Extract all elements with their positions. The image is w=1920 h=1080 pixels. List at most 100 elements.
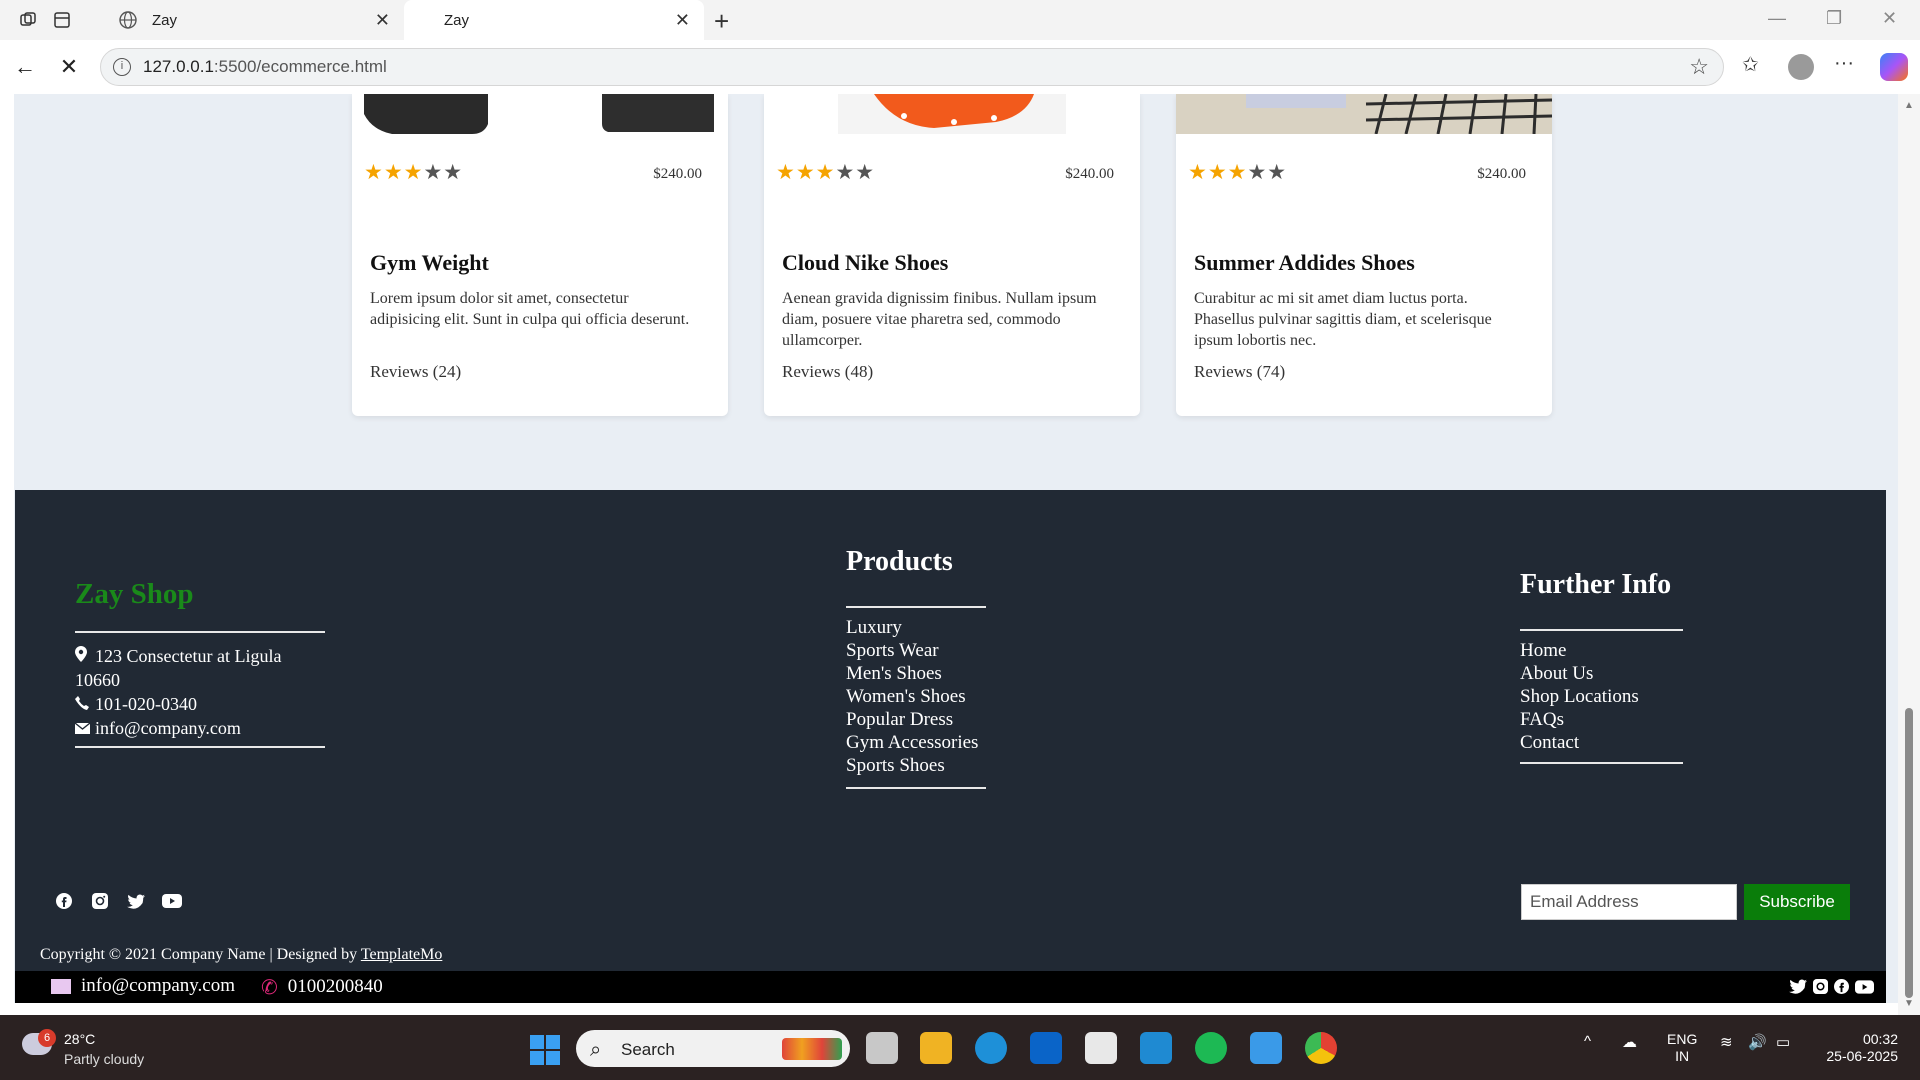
weather-temp: 28°C [64,1031,96,1047]
social-links [53,890,183,912]
product-card[interactable]: ★★★★★ $240.00 Summer Addides Shoes Curab… [1176,94,1552,416]
footer-address: 123 Consectetur at Ligula 10660 [75,646,282,690]
product-description: Lorem ipsum dolor sit amet, consectetur … [370,290,690,328]
footer-link[interactable]: Sports Shoes [846,754,978,777]
tab-1[interactable]: Zay ✕ [108,0,404,40]
twitter-icon[interactable] [1789,978,1807,1000]
product-title[interactable]: Gym Weight [370,250,489,276]
vscode-icon[interactable] [1140,1032,1172,1064]
battery-icon[interactable]: ▭ [1776,1033,1790,1051]
more-menu-icon[interactable]: ··· [1834,52,1854,75]
edge-icon[interactable] [975,1032,1007,1064]
footer-brand[interactable]: Zay Shop [75,578,193,611]
onedrive-icon[interactable]: ☁ [1622,1033,1637,1051]
page-bottom [0,1003,1920,1015]
instagram-icon[interactable] [89,890,111,912]
tab-close-icon[interactable]: ✕ [375,10,390,31]
rating-stars: ★★★★★ [1188,160,1288,184]
page-margin [0,94,14,1015]
instagram-icon[interactable] [1813,978,1828,1000]
product-card[interactable]: ★★★★★ $240.00 Cloud Nike Shoes Aenean gr… [764,94,1140,416]
new-tab-icon[interactable]: + [714,6,729,37]
store-icon[interactable] [1085,1032,1117,1064]
facebook-icon[interactable] [1834,978,1849,1000]
product-card[interactable]: ★★★★★ $240.00 Gym Weight Lorem ipsum dol… [352,94,728,416]
footer-link[interactable]: Luxury [846,616,978,639]
url-text: 127.0.0.1:5500/ecommerce.html [143,57,387,76]
minimize-icon[interactable]: — [1768,8,1786,29]
vertical-tabs-icon[interactable] [50,8,74,32]
language-indicator[interactable]: ENG IN [1667,1031,1697,1065]
stop-loading-icon[interactable]: ✕ [54,52,84,82]
url-field[interactable]: i 127.0.0.1:5500/ecommerce.html ☆ [100,48,1724,86]
copyright-text: Copyright © 2021 Company Name | Designed… [40,946,443,963]
contact-phone-text: 0100200840 [287,976,383,997]
footer-link[interactable]: Popular Dress [846,708,978,731]
photos-icon[interactable] [1250,1032,1282,1064]
rating-stars: ★★★★★ [776,160,876,184]
footer-link[interactable]: Shop Locations [1520,685,1639,708]
spotify-icon[interactable] [1195,1032,1227,1064]
footer-link[interactable]: Gym Accessories [846,731,978,754]
footer-link[interactable]: Contact [1520,731,1639,754]
product-description: Curabitur ac mi sit amet diam luctus por… [1194,290,1492,349]
product-price: $240.00 [1065,166,1114,182]
file-explorer-icon[interactable] [920,1032,952,1064]
product-title[interactable]: Summer Addides Shoes [1194,250,1415,276]
outlook-icon[interactable] [1030,1032,1062,1064]
site-info-icon[interactable]: i [113,58,131,76]
envelope-icon [51,978,71,994]
product-image [1176,94,1552,134]
subscribe-button[interactable]: Subscribe [1744,884,1850,920]
map-pin-icon [75,644,95,668]
twitter-icon[interactable] [125,890,147,912]
back-icon[interactable]: ← [10,52,40,82]
scroll-down-icon[interactable]: ▼ [1904,998,1914,1009]
show-hidden-icons[interactable]: ^ [1584,1033,1591,1050]
footer-link[interactable]: FAQs [1520,708,1639,731]
footer-link[interactable]: Women's Shoes [846,685,978,708]
favorites-icon[interactable]: ✩ [1742,52,1759,77]
window-close-icon[interactable]: ✕ [1882,8,1897,29]
products-links: Luxury Sports Wear Men's Shoes Women's S… [846,616,978,777]
footer-link[interactable]: About Us [1520,662,1639,685]
taskbar-search[interactable]: ⌕ Search [576,1030,850,1067]
favorite-star-icon[interactable]: ☆ [1689,54,1709,80]
footer-contact-info: 123 Consectetur at Ligula 10660 101-020-… [74,644,325,740]
youtube-icon[interactable] [161,890,183,912]
site-footer: Zay Shop 123 Consectetur at Ligula 10660… [15,490,1886,971]
contact-phone[interactable]: ✆ 0100200840 [261,975,383,999]
youtube-icon[interactable] [1855,978,1874,1000]
tab-close-icon[interactable]: ✕ [675,10,690,31]
scroll-up-icon[interactable]: ▲ [1904,100,1914,111]
further-info-links: Home About Us Shop Locations FAQs Contac… [1520,639,1639,754]
scrollbar-thumb[interactable] [1905,708,1913,998]
contact-email[interactable]: info@company.com [51,975,235,997]
vertical-scrollbar[interactable]: ▲ ▼ [1898,94,1920,1015]
wifi-icon[interactable]: ≋ [1720,1033,1733,1051]
chrome-icon[interactable] [1305,1032,1337,1064]
templatemo-link[interactable]: TemplateMo [361,946,443,963]
restore-icon[interactable]: ❐ [1826,8,1842,29]
volume-icon[interactable]: 🔊 [1748,1033,1767,1051]
tab-2[interactable]: Zay ✕ [404,0,704,40]
system-clock[interactable]: 00:32 25-06-2025 [1818,1031,1898,1065]
newsletter-email-input[interactable] [1521,884,1737,920]
profile-avatar[interactable] [1788,54,1814,80]
contact-bar: info@company.com ✆ 0100200840 [15,971,1886,1003]
divider [1520,629,1683,631]
footer-phone[interactable]: 101-020-0340 [95,694,197,714]
footer-email[interactable]: info@company.com [95,718,241,738]
divider [1520,762,1683,764]
product-title[interactable]: Cloud Nike Shoes [782,250,948,276]
footer-link[interactable]: Home [1520,639,1639,662]
facebook-icon[interactable] [53,890,75,912]
workspaces-icon[interactable] [16,8,40,32]
footer-link[interactable]: Men's Shoes [846,662,978,685]
footer-link[interactable]: Sports Wear [846,639,978,662]
start-button[interactable] [530,1035,560,1065]
copilot-icon[interactable] [1880,53,1908,81]
further-info-heading: Further Info [1520,569,1672,600]
task-view-icon[interactable] [866,1032,898,1064]
product-price: $240.00 [1477,166,1526,182]
